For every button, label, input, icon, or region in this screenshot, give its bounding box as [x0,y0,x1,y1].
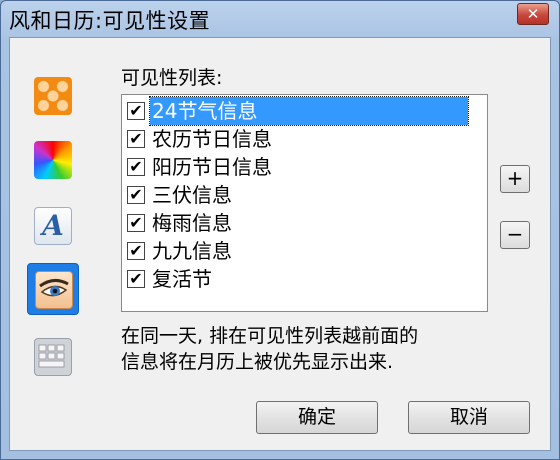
move-up-button[interactable]: + [500,165,530,193]
note-line: 信息将在月历上被优先显示出来. [121,351,394,373]
sidebar-item-keyboard[interactable] [27,331,79,383]
grid-icon [34,77,72,115]
sidebar-item-grid[interactable] [27,70,79,122]
list-item[interactable]: ✔ 阳历节日信息 [125,153,482,181]
sidebar-item-color[interactable] [27,134,79,186]
cancel-button[interactable]: 取消 [408,401,530,434]
sidebar-item-visibility[interactable] [27,263,79,315]
dialog-window: 风和日历:可见性设置 ✕ A 可见性列表: ✔ 24节气信息 ✔ 农历节日信息 … [0,0,560,460]
ok-button[interactable]: 确定 [256,401,378,434]
eye-icon-graphic [39,279,69,297]
window-title: 风和日历:可见性设置 [9,9,211,33]
item-checkbox[interactable]: ✔ [127,186,145,204]
item-checkbox[interactable]: ✔ [127,158,145,176]
list-item[interactable]: ✔ 九九信息 [125,237,482,265]
visibility-list-label: 可见性列表: [121,67,223,89]
close-button[interactable]: ✕ [517,3,549,25]
sidebar-item-font[interactable]: A [27,200,79,252]
keyboard-icon-graphic [38,344,65,368]
color-wheel-icon [34,141,72,179]
eye-icon [35,271,73,309]
item-label: 复活节 [152,267,212,291]
keyboard-icon [34,338,72,376]
note-line: 在同一天, 排在可见性列表越前面的 [121,325,419,347]
priority-note: 在同一天, 排在可见性列表越前面的 信息将在月历上被优先显示出来. [121,323,541,375]
item-checkbox[interactable]: ✔ [127,270,145,288]
visibility-listbox[interactable]: ✔ 24节气信息 ✔ 农历节日信息 ✔ 阳历节日信息 ✔ 三伏信息 ✔ 梅雨信息… [121,94,488,312]
item-label: 三伏信息 [152,183,232,207]
item-label: 九九信息 [152,239,232,263]
item-label: 24节气信息 [149,96,469,126]
item-label: 阳历节日信息 [152,155,272,179]
title-bar[interactable]: 风和日历:可见性设置 ✕ [1,1,559,35]
item-checkbox[interactable]: ✔ [127,214,145,232]
dialog-client-area: A 可见性列表: ✔ 24节气信息 ✔ 农历节日信息 ✔ 阳历节日信息 ✔ 三伏… [9,37,551,451]
item-checkbox[interactable]: ✔ [127,102,145,120]
move-down-button[interactable]: − [500,221,530,249]
font-icon: A [34,207,72,245]
list-item[interactable]: ✔ 农历节日信息 [125,125,482,153]
list-item[interactable]: ✔ 三伏信息 [125,181,482,209]
item-label: 农历节日信息 [152,127,272,151]
list-item[interactable]: ✔ 梅雨信息 [125,209,482,237]
item-checkbox[interactable]: ✔ [127,130,145,148]
list-item[interactable]: ✔ 复活节 [125,265,482,293]
list-item[interactable]: ✔ 24节气信息 [125,96,482,126]
item-checkbox[interactable]: ✔ [127,242,145,260]
close-icon: ✕ [526,5,540,23]
item-label: 梅雨信息 [152,211,232,235]
